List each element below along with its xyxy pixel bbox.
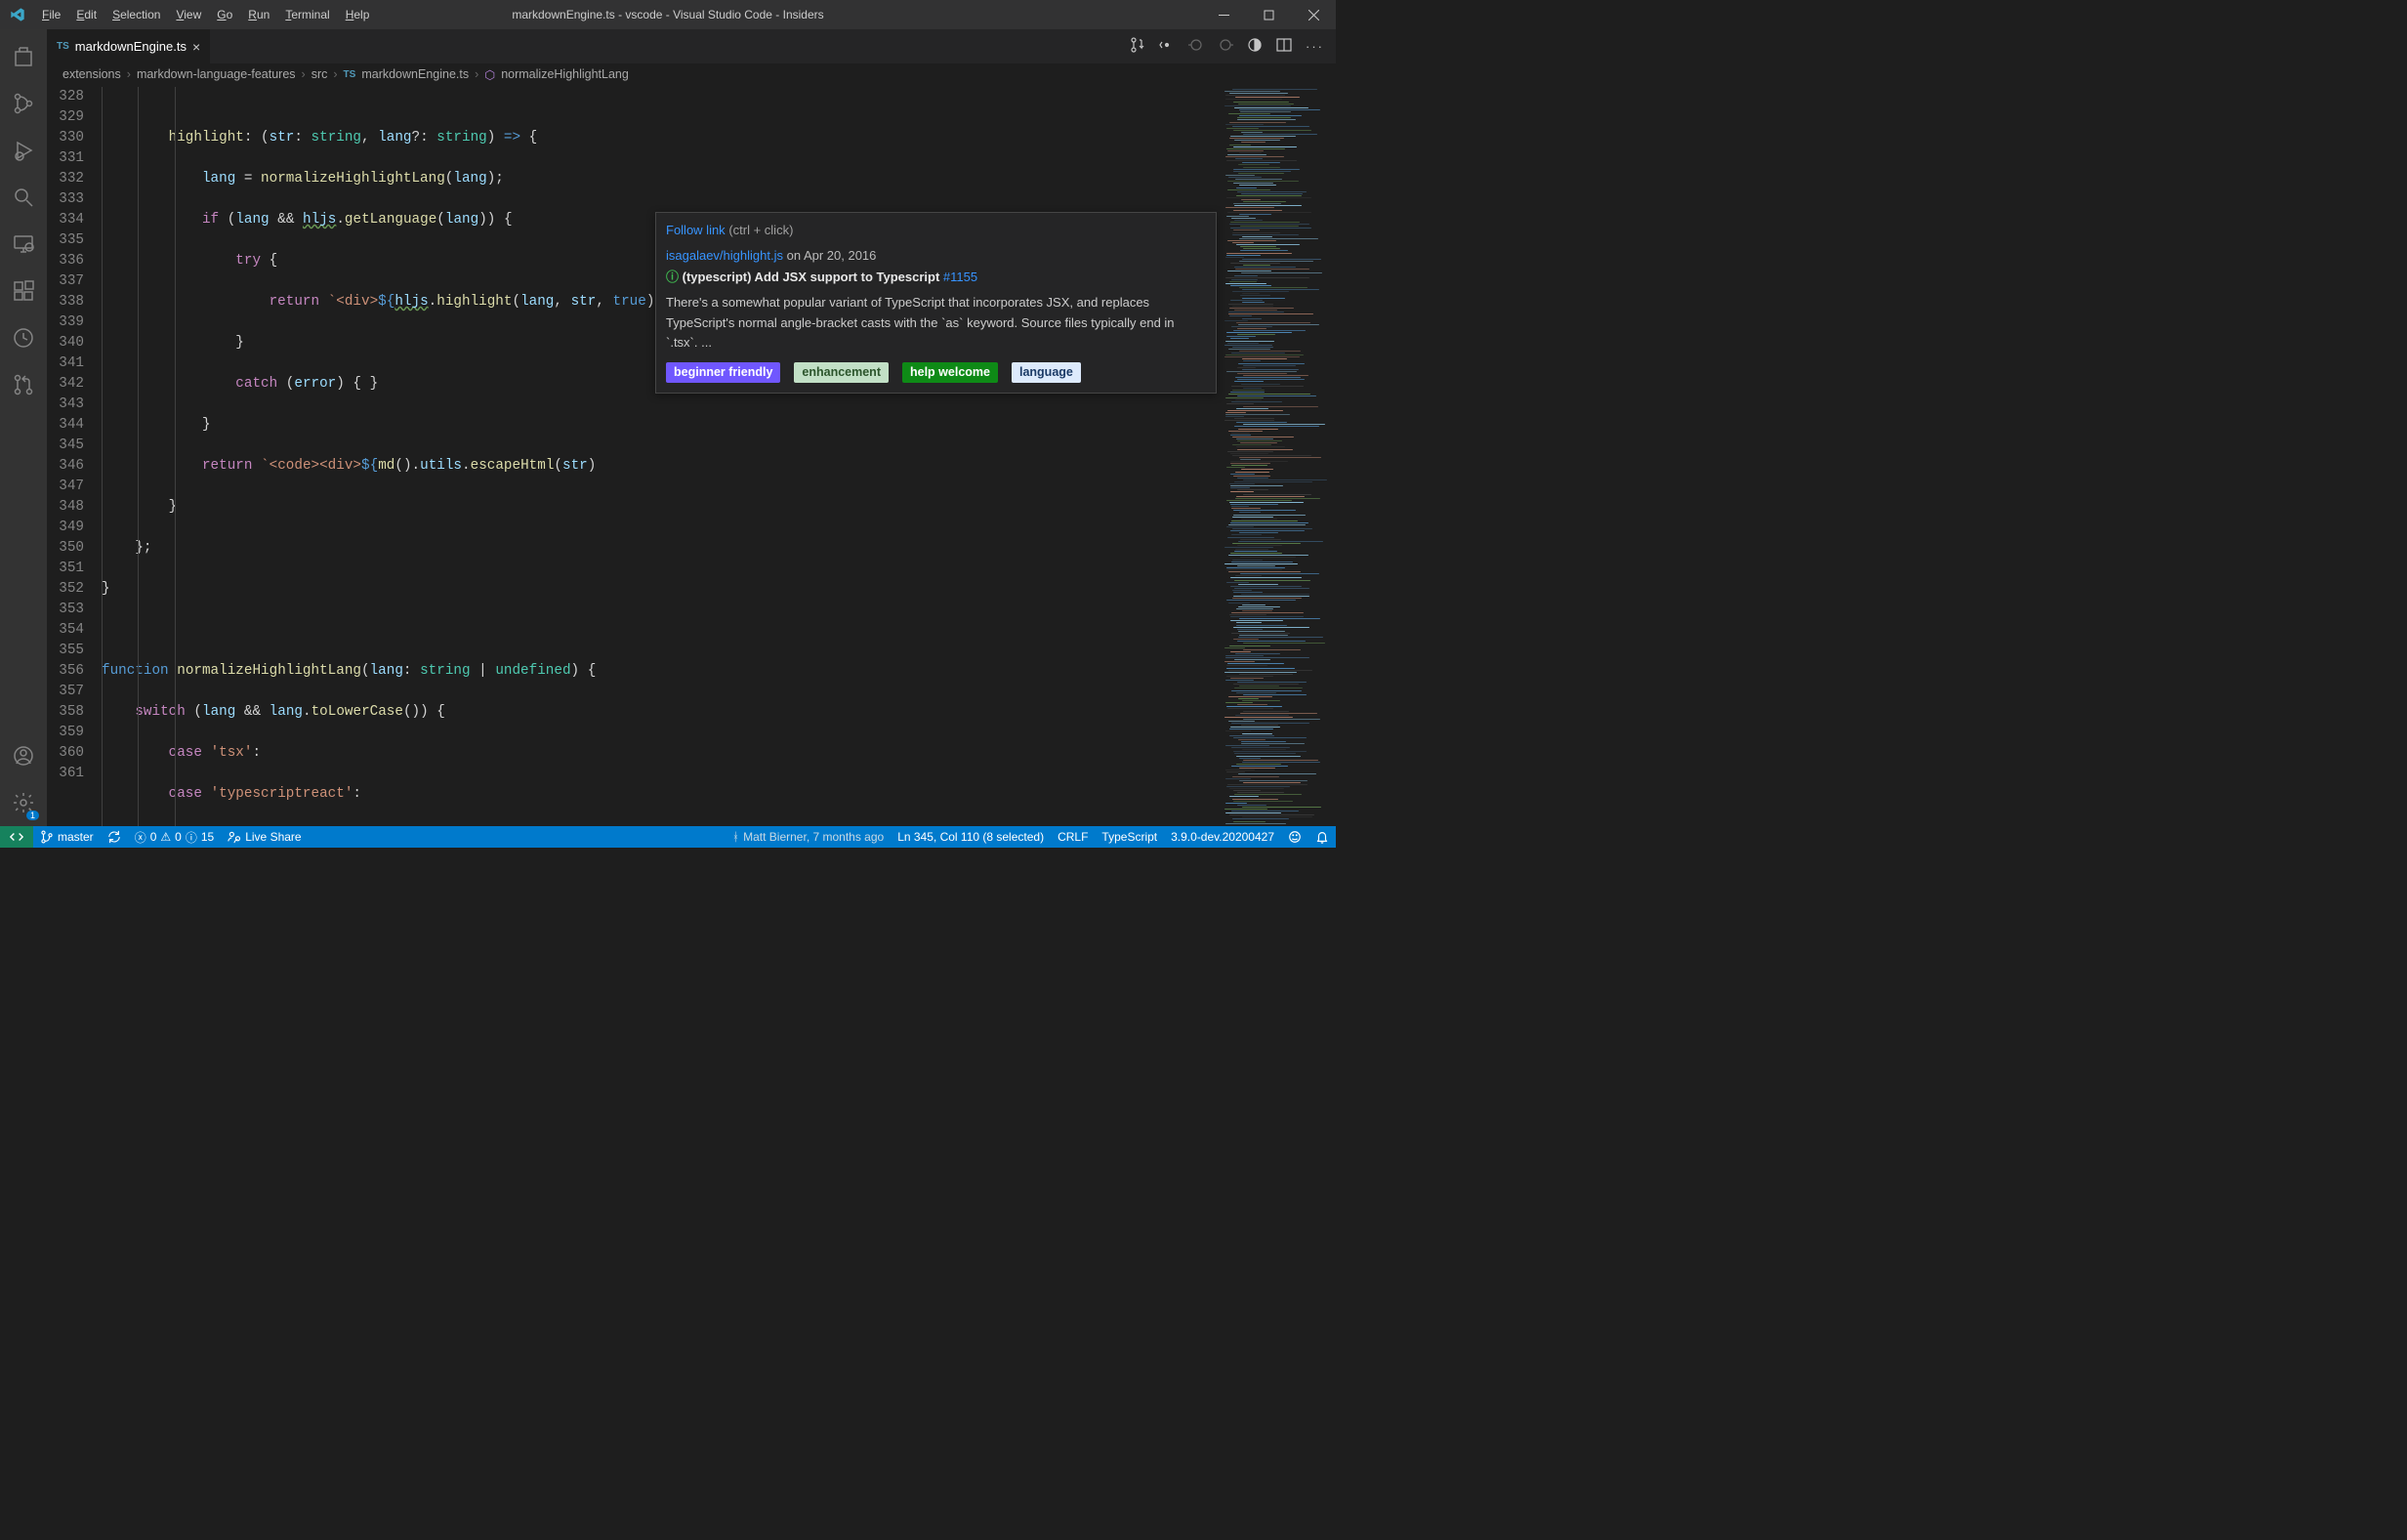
- menu-help[interactable]: Help: [338, 0, 378, 29]
- menu-view[interactable]: View: [168, 0, 209, 29]
- accounts-icon[interactable]: [0, 732, 47, 779]
- label-language: language: [1012, 362, 1081, 383]
- source-control-icon[interactable]: [0, 80, 47, 127]
- label-enhancement: enhancement: [794, 362, 889, 383]
- run-debug-icon[interactable]: [0, 127, 47, 174]
- hover-body: There's a somewhat popular variant of Ty…: [666, 293, 1206, 352]
- workbench: 1 TS markdownEngine.ts × ··· extensions›: [0, 29, 1336, 826]
- split-editor-icon[interactable]: [1276, 37, 1292, 56]
- prev-change-icon[interactable]: [1188, 37, 1204, 56]
- remote-indicator[interactable]: [0, 826, 33, 848]
- label-help-welcome: help welcome: [902, 362, 998, 383]
- line-number-gutter: 3283293303313323333343353363373383393403…: [47, 85, 102, 826]
- code-area[interactable]: highlight: (str: string, lang?: string) …: [102, 85, 1219, 826]
- breadcrumb-symbol[interactable]: normalizeHighlightLang: [501, 67, 629, 81]
- menu-terminal[interactable]: Terminal: [277, 0, 337, 29]
- branch-name: master: [58, 830, 94, 844]
- close-button[interactable]: [1291, 0, 1336, 29]
- statusbar: master ⓧ 0 ⚠ 0 ⓘ 15 Live Share ᚼ Matt Bi…: [0, 826, 1336, 848]
- hover-issue-number[interactable]: #1155: [943, 270, 977, 284]
- extensions-icon[interactable]: [0, 268, 47, 314]
- issue-open-icon: ⓘ: [666, 270, 679, 284]
- typescript-version[interactable]: 3.9.0-dev.20200427: [1164, 826, 1281, 848]
- window-controls: [1201, 0, 1336, 29]
- eol-indicator[interactable]: CRLF: [1051, 826, 1095, 848]
- git-branch[interactable]: master: [33, 826, 101, 848]
- notifications-icon[interactable]: [1308, 826, 1336, 848]
- editor-actions: ···: [1130, 29, 1336, 63]
- timeline-icon[interactable]: [0, 314, 47, 361]
- next-change-icon[interactable]: [1218, 37, 1233, 56]
- problems-button[interactable]: ⓧ 0 ⚠ 0 ⓘ 15: [128, 826, 222, 848]
- more-actions-icon[interactable]: ···: [1306, 39, 1324, 54]
- vscode-logo-icon: [0, 0, 34, 29]
- titlebar: File Edit Selection View Go Run Terminal…: [0, 0, 1336, 29]
- go-back-icon[interactable]: [1159, 37, 1175, 56]
- maximize-button[interactable]: [1246, 0, 1291, 29]
- menu-file[interactable]: File: [34, 0, 68, 29]
- follow-link-hint: (ctrl + click): [728, 223, 793, 237]
- label-beginner-friendly: beginner friendly: [666, 362, 780, 383]
- editor-group: TS markdownEngine.ts × ··· extensions› m…: [47, 29, 1336, 826]
- info-count: 15: [201, 830, 214, 844]
- menu-go[interactable]: Go: [209, 0, 240, 29]
- breadcrumb-segment[interactable]: markdown-language-features: [137, 67, 296, 81]
- hover-labels: beginner friendly enhancement help welco…: [666, 362, 1206, 383]
- tab-markdownEngine[interactable]: TS markdownEngine.ts ×: [47, 29, 211, 63]
- settings-gear-icon[interactable]: 1: [0, 779, 47, 826]
- toggle-render-icon[interactable]: [1247, 37, 1263, 56]
- error-count: 0: [150, 830, 157, 844]
- activity-bar: 1: [0, 29, 47, 826]
- sync-button[interactable]: [101, 826, 128, 848]
- pull-requests-icon[interactable]: [0, 361, 47, 408]
- search-icon[interactable]: [0, 174, 47, 221]
- git-blame-status[interactable]: ᚼ Matt Bierner, 7 months ago: [726, 826, 891, 848]
- typescript-file-icon: TS: [57, 41, 69, 52]
- menubar: File Edit Selection View Go Run Terminal…: [34, 0, 377, 29]
- hover-date: on Apr 20, 2016: [787, 248, 877, 263]
- follow-link[interactable]: Follow link: [666, 223, 726, 237]
- cursor-position[interactable]: Ln 345, Col 110 (8 selected): [891, 826, 1051, 848]
- remote-explorer-icon[interactable]: [0, 221, 47, 268]
- menu-edit[interactable]: Edit: [68, 0, 104, 29]
- language-mode[interactable]: TypeScript: [1095, 826, 1164, 848]
- warning-count: 0: [175, 830, 182, 844]
- breadcrumb-segment[interactable]: extensions: [62, 67, 121, 81]
- live-share-button[interactable]: Live Share: [221, 826, 308, 848]
- tab-label: markdownEngine.ts: [75, 39, 187, 54]
- live-share-label: Live Share: [245, 830, 301, 844]
- typescript-file-icon: TS: [344, 69, 356, 80]
- breadcrumb-segment[interactable]: src: [311, 67, 328, 81]
- tabs-bar: TS markdownEngine.ts × ···: [47, 29, 1336, 63]
- compare-changes-icon[interactable]: [1130, 37, 1145, 56]
- symbol-icon: ⬡: [484, 67, 495, 82]
- minimap[interactable]: [1219, 85, 1336, 826]
- minimize-button[interactable]: [1201, 0, 1246, 29]
- hover-issue-title: (typescript) Add JSX support to Typescri…: [683, 270, 940, 284]
- text-editor[interactable]: 3283293303313323333343353363373383393403…: [47, 85, 1336, 826]
- menu-selection[interactable]: Selection: [104, 0, 168, 29]
- hover-widget: Follow link (ctrl + click) isagalaev/hig…: [655, 212, 1217, 394]
- menu-run[interactable]: Run: [240, 0, 277, 29]
- feedback-icon[interactable]: [1281, 826, 1308, 848]
- close-tab-icon[interactable]: ×: [192, 39, 200, 55]
- hover-author-link[interactable]: isagalaev/highlight.js: [666, 248, 783, 263]
- explorer-icon[interactable]: [0, 33, 47, 80]
- breadcrumb-file[interactable]: markdownEngine.ts: [361, 67, 469, 81]
- breadcrumb[interactable]: extensions› markdown-language-features› …: [47, 63, 1336, 85]
